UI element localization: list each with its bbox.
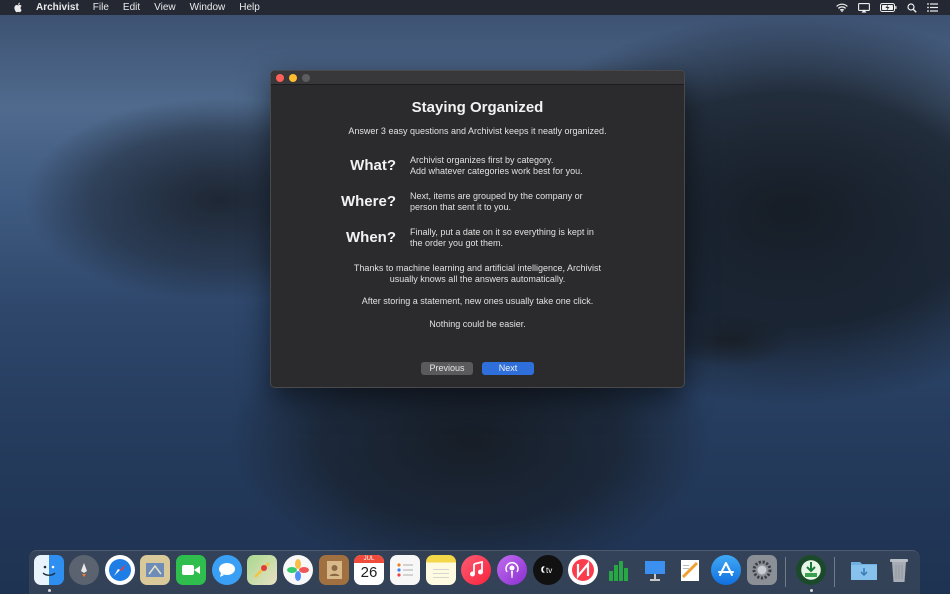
calendar-day-label: 26 — [360, 564, 378, 581]
app-store-icon[interactable] — [711, 555, 741, 585]
menu-file[interactable]: File — [93, 0, 109, 15]
answer-what: Archivist organizes first by category. A… — [410, 155, 583, 176]
downloads-folder-icon[interactable] — [849, 555, 879, 585]
question-where-row: Where? Next, items are grouped by the co… — [271, 191, 684, 217]
question-when-row: When? Finally, put a date on it so every… — [271, 227, 684, 253]
mail-icon[interactable] — [140, 555, 170, 585]
previous-button[interactable]: Previous — [421, 362, 473, 375]
battery-icon[interactable] — [880, 3, 897, 12]
photos-icon[interactable] — [283, 555, 313, 585]
menu-bar: Archivist File Edit View Window Help — [0, 0, 950, 15]
tv-icon[interactable]: tv — [533, 555, 563, 585]
next-button[interactable]: Next — [482, 362, 534, 375]
safari-icon[interactable] — [105, 555, 135, 585]
minimize-window-button[interactable] — [289, 74, 297, 82]
page-title: Staying Organized — [411, 99, 544, 116]
wifi-icon[interactable] — [836, 3, 848, 13]
airplay-icon[interactable] — [858, 2, 870, 13]
numbers-icon[interactable] — [604, 555, 634, 585]
question-when: When? — [346, 229, 396, 246]
menu-edit[interactable]: Edit — [123, 0, 140, 15]
storing-paragraph: After storing a statement, new ones usua… — [361, 296, 594, 306]
menu-window[interactable]: Window — [190, 0, 226, 15]
question-what: What? — [350, 157, 396, 174]
reminders-icon[interactable] — [390, 555, 420, 585]
status-menus — [836, 2, 938, 13]
maps-icon[interactable] — [247, 555, 277, 585]
answer-when: Finally, put a date on it so everything … — [410, 227, 594, 248]
system-preferences-icon[interactable] — [747, 555, 777, 585]
question-where: Where? — [340, 193, 396, 210]
archivist-running-indicator — [810, 589, 813, 592]
news-icon[interactable] — [568, 555, 598, 585]
messages-icon[interactable] — [212, 555, 242, 585]
finder-icon[interactable] — [34, 555, 64, 585]
question-what-row: What? Archivist organizes first by categ… — [271, 155, 684, 181]
launchpad-icon[interactable] — [69, 555, 99, 585]
dock-separator — [785, 557, 786, 587]
facetime-icon[interactable] — [176, 555, 206, 585]
archivist-icon[interactable] — [796, 555, 826, 585]
calendar-month-label: JUL — [354, 555, 384, 563]
apple-menu-icon[interactable] — [13, 2, 27, 13]
podcasts-icon[interactable] — [497, 555, 527, 585]
trash-icon[interactable] — [884, 555, 914, 585]
notification-center-icon[interactable] — [927, 3, 938, 12]
page-subtitle: Answer 3 easy questions and Archivist ke… — [348, 126, 607, 136]
close-window-button[interactable] — [276, 74, 284, 82]
menu-help[interactable]: Help — [239, 0, 260, 15]
ml-paragraph: Thanks to machine learning and artificia… — [353, 263, 602, 284]
dock-separator-2 — [834, 557, 835, 587]
calendar-icon[interactable]: JUL 26 — [354, 555, 384, 585]
zoom-window-button[interactable] — [302, 74, 310, 82]
easier-paragraph: Nothing could be easier. — [429, 319, 526, 329]
music-icon[interactable] — [461, 555, 491, 585]
svg-text:tv: tv — [546, 566, 552, 575]
dock: JUL 26 tv — [29, 550, 920, 594]
spotlight-search-icon[interactable] — [907, 2, 917, 13]
onboarding-window: Staying Organized Answer 3 easy question… — [270, 70, 685, 388]
finder-running-indicator — [48, 589, 51, 592]
window-titlebar[interactable] — [271, 71, 684, 85]
menu-view[interactable]: View — [154, 0, 176, 15]
contacts-icon[interactable] — [319, 555, 349, 585]
notes-icon[interactable] — [426, 555, 456, 585]
menu-app-name[interactable]: Archivist — [36, 2, 79, 13]
keynote-icon[interactable] — [640, 555, 670, 585]
answer-where: Next, items are grouped by the company o… — [410, 191, 583, 212]
pages-icon[interactable] — [675, 555, 705, 585]
